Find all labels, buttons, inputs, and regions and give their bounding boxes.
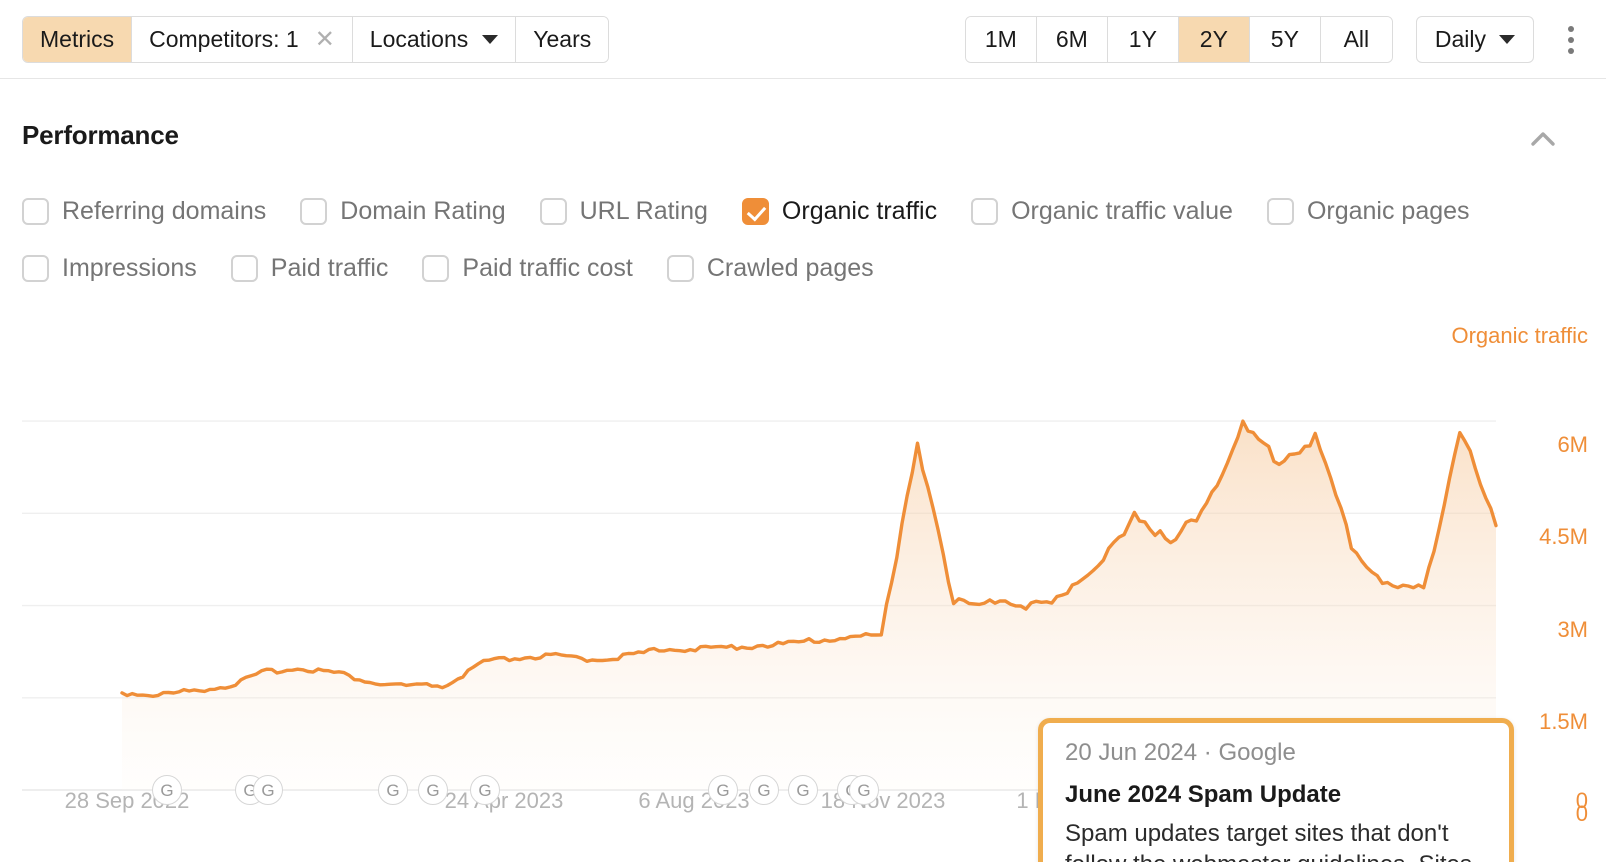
event-tooltip[interactable]: 20 Jun 2024 · Google June 2024 Spam Upda… — [1038, 718, 1514, 862]
filter-label: Years — [533, 26, 592, 52]
google-update-marker[interactable]: G — [788, 775, 818, 805]
granularity-label: Daily — [1434, 26, 1486, 52]
metric-checkbox-organic-traffic[interactable]: Organic traffic — [741, 197, 938, 225]
google-update-marker[interactable]: G — [708, 775, 738, 805]
y-axis-tick-label: 6M — [1557, 432, 1588, 458]
chevron-down-icon — [482, 35, 499, 44]
date-range-segmented-control: 1M 6M 1Y 2Y 5Y All — [964, 16, 1393, 63]
range-1y[interactable]: 1Y — [1107, 17, 1179, 62]
metric-checkbox-referring-domains[interactable]: Referring domains — [22, 198, 266, 225]
metric-checkbox-label: Referring domains — [62, 197, 267, 225]
metric-checkbox-organic-traffic-value[interactable]: Organic traffic value — [971, 198, 1233, 225]
checkbox-icon[interactable] — [971, 198, 999, 225]
toolbar-right-group: 1M 6M 1Y 2Y 5Y All Daily — [964, 16, 1584, 63]
checkbox-icon[interactable] — [22, 198, 49, 225]
tooltip-date: 20 Jun 2024 — [1065, 739, 1198, 766]
filter-competitors-1[interactable]: Competitors: 1 ✕ — [132, 17, 353, 62]
filter-years[interactable]: Years — [516, 17, 609, 62]
chevron-up-icon[interactable] — [1528, 127, 1558, 153]
x-axis-tick-label: 24 Apr 2023 — [444, 788, 564, 813]
filter-metrics[interactable]: Metrics — [23, 17, 133, 62]
range-6m[interactable]: 6M — [1036, 17, 1108, 62]
range-1m[interactable]: 1M — [965, 17, 1037, 62]
metric-checkbox-paid-traffic[interactable]: Paid traffic — [230, 254, 389, 282]
performance-chart: Organic traffic 0 1.5M 3M 4.5M 6M 0 28 Sep 20… — [0, 300, 1606, 862]
checkbox-icon[interactable] — [300, 198, 328, 225]
range-all[interactable]: All — [1320, 17, 1392, 62]
filter-locations[interactable]: Locations — [352, 17, 517, 62]
tooltip-body: Spam updates target sites that don't fol… — [1065, 819, 1472, 862]
more-options-button[interactable] — [1558, 20, 1584, 60]
metric-checkbox-impressions[interactable]: Impressions — [22, 255, 197, 282]
top-toolbar: Metrics Competitors: 1 ✕ Locations Years 1M 6… — [0, 0, 1606, 79]
metric-checkbox-label: Impressions — [62, 254, 197, 282]
chevron-down-icon — [1499, 35, 1515, 44]
metric-checkbox-label: Paid traffic cost — [462, 254, 633, 282]
y-axis-tick-label: 4.5M — [1539, 524, 1588, 550]
google-update-marker[interactable]: G — [749, 775, 779, 805]
checkbox-icon[interactable] — [666, 255, 694, 282]
google-update-marker[interactable]: G — [378, 775, 408, 805]
tooltip-meta: 20 Jun 2024 · Google — [1065, 739, 1487, 768]
checkbox-icon[interactable] — [539, 198, 567, 225]
filter-label: Metrics — [40, 26, 115, 52]
checkbox-icon[interactable] — [422, 255, 450, 282]
close-icon[interactable]: ✕ — [315, 27, 335, 52]
checkbox-icon[interactable] — [230, 255, 258, 282]
google-update-marker[interactable]: G — [152, 775, 182, 805]
google-update-marker[interactable]: G — [253, 775, 283, 805]
metric-checkbox-label: Organic pages — [1306, 197, 1470, 225]
google-update-marker[interactable]: G — [418, 775, 448, 805]
checkbox-checked-icon[interactable] — [741, 198, 769, 225]
tooltip-separator: · — [1203, 739, 1212, 766]
metric-checkbox-label: Organic traffic — [781, 197, 938, 225]
google-update-marker[interactable]: G — [849, 775, 879, 805]
metric-checkbox-row-1: Referring domains Domain Rating URL Rating… — [22, 198, 1504, 225]
y-axis-tick-label-zero: 0 — [1575, 788, 1588, 813]
range-5y[interactable]: 5Y — [1249, 17, 1321, 62]
metric-checkbox-row-2: Impressions Paid traffic Paid traffic cost… — [22, 255, 908, 282]
metric-checkbox-label: Domain Rating — [340, 197, 506, 225]
performance-page: Metrics Competitors: 1 ✕ Locations Years 1M 6… — [0, 0, 1606, 862]
checkbox-icon[interactable] — [22, 255, 49, 282]
y-axis-tick-label: 1.5M — [1539, 708, 1588, 734]
tooltip-title: June 2024 Spam Update — [1065, 780, 1342, 808]
metric-checkbox-label: Paid traffic — [270, 254, 389, 282]
filter-group: Metrics Competitors: 1 ✕ Locations Years — [22, 16, 610, 63]
checkbox-icon[interactable] — [1266, 198, 1294, 225]
tooltip-source: Google — [1218, 739, 1296, 766]
kebab-dot — [1568, 25, 1574, 32]
metric-checkbox-crawled-pages[interactable]: Crawled pages — [666, 254, 874, 282]
granularity-dropdown[interactable]: Daily — [1415, 16, 1534, 63]
y-axis-tick-label: 3M — [1557, 616, 1588, 642]
google-update-marker[interactable]: G — [470, 775, 500, 805]
kebab-dot — [1568, 47, 1574, 54]
metric-checkbox-label: URL Rating — [579, 197, 708, 225]
metric-checkbox-domain-rating[interactable]: Domain Rating — [300, 197, 506, 225]
range-2y[interactable]: 2Y — [1178, 17, 1250, 62]
metric-checkbox-organic-pages[interactable]: Organic pages — [1266, 197, 1470, 225]
metric-checkbox-label: Crawled pages — [706, 254, 874, 282]
metric-checkbox-url-rating[interactable]: URL Rating — [539, 197, 708, 225]
filter-label: Locations — [369, 26, 469, 52]
metric-checkbox-paid-traffic-cost[interactable]: Paid traffic cost — [422, 254, 633, 282]
kebab-dot — [1568, 36, 1574, 43]
filter-label: Competitors: 1 — [149, 26, 299, 52]
filter-segmented-control: Metrics Competitors: 1 ✕ Locations Years — [22, 16, 610, 63]
metric-checkbox-label: Organic traffic value — [1011, 197, 1233, 225]
page-title: Performance — [22, 120, 179, 150]
